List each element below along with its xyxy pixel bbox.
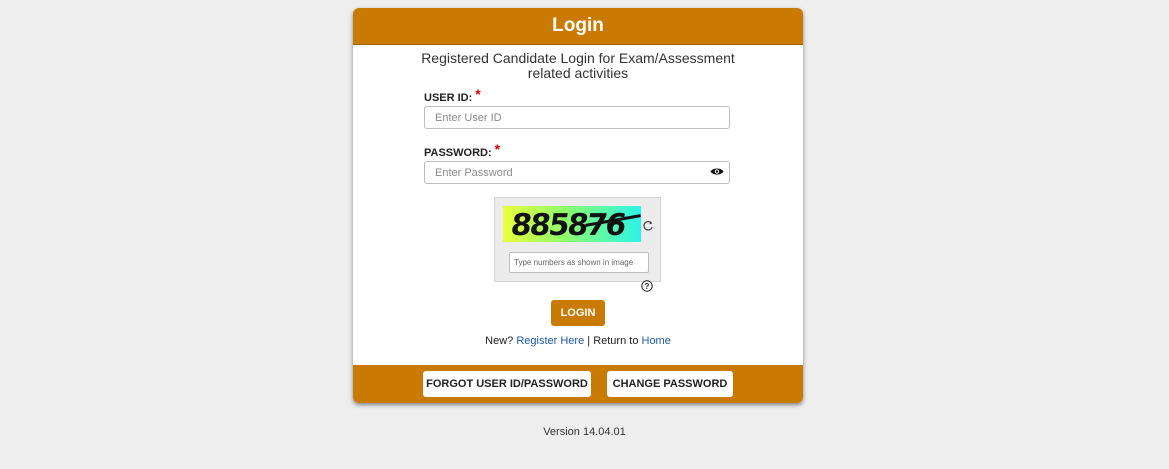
register-link[interactable]: Register Here bbox=[516, 335, 584, 347]
captcha-text: 885876 bbox=[508, 208, 627, 242]
captcha-box: 885876 bbox=[494, 197, 661, 282]
help-icon[interactable]: ? bbox=[641, 280, 653, 292]
version-text: Version 14.04.01 bbox=[543, 426, 626, 438]
return-text: Return to bbox=[593, 335, 639, 347]
login-card: Login Registered Candidate Login for Exa… bbox=[353, 8, 803, 403]
password-label-text: PASSWORD: bbox=[424, 147, 492, 159]
captcha-input[interactable] bbox=[509, 252, 649, 273]
link-separator: | bbox=[587, 335, 591, 347]
user-id-label-text: USER ID: bbox=[424, 92, 473, 104]
svg-text:?: ? bbox=[645, 282, 650, 291]
required-marker: * bbox=[494, 141, 501, 157]
show-password-eye-icon[interactable] bbox=[710, 167, 724, 176]
login-subtitle: Registered Candidate Login for Exam/Asse… bbox=[421, 50, 735, 81]
home-link[interactable]: Home bbox=[642, 335, 671, 347]
captcha-image: 885876 bbox=[503, 206, 641, 242]
refresh-icon[interactable] bbox=[642, 220, 654, 232]
register-home-links: New? Register Here | Return to Home bbox=[353, 335, 803, 347]
user-id-input[interactable] bbox=[424, 106, 730, 129]
card-header: Login bbox=[353, 8, 803, 45]
login-button[interactable]: LOGIN bbox=[551, 300, 605, 326]
required-marker: * bbox=[475, 86, 481, 102]
change-password-button[interactable]: CHANGE PASSWORD bbox=[607, 371, 733, 397]
password-input[interactable] bbox=[424, 161, 730, 184]
forgot-user-id-password-button[interactable]: FORGOT USER ID/PASSWORD bbox=[423, 371, 591, 397]
password-label: PASSWORD: * bbox=[424, 141, 501, 159]
new-text: New? bbox=[485, 335, 514, 347]
user-id-label: USER ID: * bbox=[424, 86, 481, 104]
card-footer: FORGOT USER ID/PASSWORD CHANGE PASSWORD bbox=[353, 365, 803, 403]
page-title: Login bbox=[552, 15, 604, 36]
